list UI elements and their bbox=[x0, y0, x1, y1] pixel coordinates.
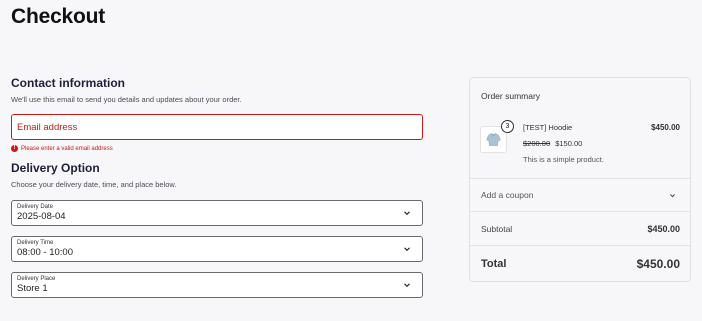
divider bbox=[470, 211, 690, 212]
item-price: $200.00 $150.00 bbox=[523, 139, 582, 148]
chevron-down-icon bbox=[669, 194, 676, 198]
delivery-time-label: Delivery Time bbox=[17, 240, 54, 246]
delivery-date-label: Delivery Date bbox=[17, 204, 54, 210]
coupon-label: Add a coupon bbox=[481, 190, 534, 200]
email-input[interactable] bbox=[17, 121, 422, 133]
delivery-place-label: Delivery Place bbox=[17, 276, 56, 282]
total-label: Total bbox=[481, 258, 507, 270]
sale-price: $150.00 bbox=[555, 139, 583, 148]
quantity-badge: 3 bbox=[501, 120, 514, 133]
delivery-place-value: Store 1 bbox=[17, 283, 48, 294]
checkout-form: Contact information We'll use this email… bbox=[11, 76, 423, 298]
delivery-date-value: 2025-08-04 bbox=[17, 211, 66, 222]
page-title: Checkout bbox=[11, 5, 106, 28]
add-coupon-toggle[interactable]: Add a coupon bbox=[470, 179, 690, 211]
chevron-down-icon bbox=[404, 247, 410, 252]
contact-description: We'll use this email to send you details… bbox=[11, 95, 242, 104]
divider bbox=[470, 245, 690, 246]
delivery-place-select[interactable]: Delivery Place Store 1 bbox=[11, 272, 423, 298]
email-error-text: Please enter a valid email address bbox=[21, 145, 113, 152]
item-description: This is a simple product. bbox=[523, 155, 604, 164]
delivery-heading: Delivery Option bbox=[11, 161, 100, 175]
delivery-description: Choose your delivery date, time, and pla… bbox=[11, 180, 177, 189]
chevron-down-icon bbox=[404, 211, 410, 216]
order-summary: Order summary 3 [TEST] Hoodie $450.00 $2… bbox=[469, 77, 691, 282]
contact-heading: Contact information bbox=[11, 76, 125, 90]
checkout-page: Checkout Contact information We'll use t… bbox=[0, 0, 702, 321]
subtotal-value: $450.00 bbox=[647, 224, 680, 234]
regular-price: $200.00 bbox=[523, 139, 551, 148]
total-value: $450.00 bbox=[636, 257, 680, 271]
delivery-date-select[interactable]: Delivery Date 2025-08-04 bbox=[11, 200, 423, 226]
item-name: [TEST] Hoodie bbox=[523, 123, 573, 132]
chevron-down-icon bbox=[404, 283, 410, 288]
delivery-time-select[interactable]: Delivery Time 08:00 - 10:00 bbox=[11, 236, 423, 262]
item-line-total: $450.00 bbox=[651, 123, 680, 132]
order-item: 3 [TEST] Hoodie $450.00 $200.00 $150.00 … bbox=[470, 115, 690, 178]
email-error: ! Please enter a valid email address bbox=[11, 144, 423, 153]
order-summary-title: Order summary bbox=[481, 91, 541, 101]
email-field[interactable] bbox=[11, 114, 423, 140]
subtotal-label: Subtotal bbox=[481, 224, 513, 234]
delivery-time-value: 08:00 - 10:00 bbox=[17, 247, 73, 258]
alert-circle-icon: ! bbox=[11, 145, 18, 152]
